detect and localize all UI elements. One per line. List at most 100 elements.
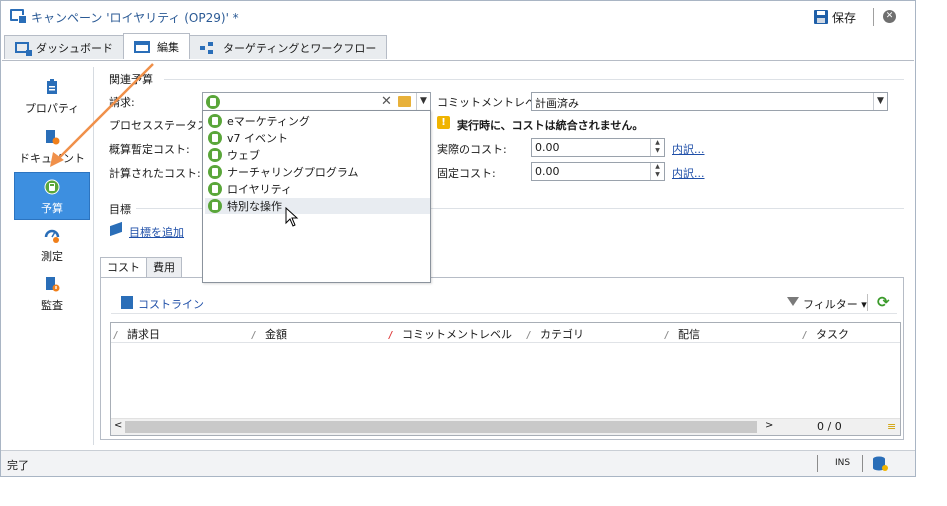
billing-dropdown-list: eマーケティング v7 イベント ウェブ ナーチャリングプログラム ロイヤリティ… xyxy=(202,110,431,283)
tab-targeting-label: ターゲティングとワークフロー xyxy=(223,41,377,55)
fixed-cost-input[interactable]: 0.00 ▲ ▼ xyxy=(531,162,665,181)
budget-icon xyxy=(206,95,220,109)
measure-icon xyxy=(44,229,60,243)
column-header[interactable]: 配信 xyxy=(664,326,700,342)
edit-icon xyxy=(134,40,150,53)
scroll-right-icon[interactable]: > xyxy=(765,420,773,431)
horizontal-scrollbar[interactable]: < > 0 / 0 ≡ xyxy=(111,418,900,435)
sidebar-item-label: プロパティ xyxy=(24,102,80,115)
actual-cost-details-link[interactable]: 内訳... xyxy=(672,141,705,157)
section-divider xyxy=(164,79,904,80)
tab-edit-label: 編集 xyxy=(157,40,179,54)
tab-dashboard[interactable]: ダッシュボード xyxy=(4,35,124,59)
column-header[interactable]: カテゴリ xyxy=(526,326,584,342)
database-icon[interactable] xyxy=(871,455,889,473)
refresh-icon[interactable]: ⟳ xyxy=(877,293,890,311)
cost-toolbar: コストライン フィルター ▾ ⟳ xyxy=(111,292,897,314)
columns-menu-icon[interactable]: ≡ xyxy=(887,420,896,433)
budget-icon xyxy=(208,199,222,213)
save-button[interactable]: 保存 xyxy=(814,8,856,26)
sidebar: プロパティ ドキュメント 予算 測定 監査 xyxy=(9,67,94,445)
billing-label: 請求: xyxy=(109,96,135,109)
fixed-cost-value: 0.00 xyxy=(535,165,560,178)
folder-icon[interactable] xyxy=(398,96,411,107)
actual-cost-label: 実際のコスト: xyxy=(437,143,507,156)
sidebar-item-audit[interactable]: 監査 xyxy=(14,270,90,318)
fixed-cost-spinner[interactable]: ▲ ▼ xyxy=(650,163,664,180)
warning-icon: ! xyxy=(437,116,450,129)
commit-level-select[interactable]: 計画済み ▼ xyxy=(531,92,888,111)
budget-icon xyxy=(208,182,222,196)
estimated-cost-label: 概算暫定コスト: xyxy=(109,143,190,156)
main-tabs: ダッシュボード 編集 ターゲティングとワークフロー xyxy=(4,33,388,60)
dashboard-icon xyxy=(15,42,32,56)
tab-dashboard-label: ダッシュボード xyxy=(36,41,113,55)
sidebar-item-label: 予算 xyxy=(41,202,63,215)
edit-line-icon xyxy=(121,296,133,309)
filter-button[interactable]: フィルター ▾ xyxy=(803,296,867,312)
toolbar-separator xyxy=(867,294,868,311)
floppy-disk-icon xyxy=(814,10,828,24)
chevron-down-icon[interactable]: ▼ xyxy=(873,93,887,110)
clear-icon[interactable]: ✕ xyxy=(381,94,392,109)
sidebar-item-documents[interactable]: ドキュメント xyxy=(14,123,90,171)
budget-icon xyxy=(208,131,222,145)
audit-icon xyxy=(46,277,60,292)
sidebar-item-label: 監査 xyxy=(41,299,63,312)
process-status-label: プロセスステータス: xyxy=(109,119,212,132)
scroll-left-icon[interactable]: < xyxy=(114,420,122,431)
budget-icon xyxy=(208,165,222,179)
document-icon xyxy=(46,130,60,145)
mouse-cursor-icon xyxy=(285,207,299,227)
campaign-window: キャンペーン 'ロイヤリティ (OP29)' * 保存 ✕ ダッシュボード 編集… xyxy=(0,0,916,477)
grid-header: 請求日 金額 コミットメントレベル カテゴリ 配信 タスク xyxy=(111,323,900,343)
list-item[interactable]: ウェブ xyxy=(205,147,430,163)
close-icon[interactable]: ✕ xyxy=(883,10,896,23)
calculated-cost-label: 計算されたコスト: xyxy=(109,167,201,180)
window-title: キャンペーン 'ロイヤリティ (OP29)' * xyxy=(31,11,239,25)
status-separator xyxy=(862,455,863,472)
scrollbar-thumb[interactable] xyxy=(125,421,757,433)
filter-icon xyxy=(787,297,799,306)
tab-edit[interactable]: 編集 xyxy=(123,33,190,59)
status-separator xyxy=(817,455,818,472)
tab-expenses[interactable]: 費用 xyxy=(146,257,182,277)
sidebar-item-measure[interactable]: 測定 xyxy=(14,221,90,269)
pager-text: 0 / 0 xyxy=(817,420,842,433)
budget-icon xyxy=(208,114,222,128)
add-goal-link[interactable]: 目標を追加 xyxy=(129,224,184,240)
fixed-cost-details-link[interactable]: 内訳... xyxy=(672,165,705,181)
column-header[interactable]: コミットメントレベル xyxy=(388,326,512,342)
goals-heading: 目標 xyxy=(109,203,131,216)
chevron-down-icon[interactable]: ▼ xyxy=(416,93,430,110)
actual-cost-value: 0.00 xyxy=(535,141,560,154)
column-header[interactable]: 請求日 xyxy=(113,326,160,342)
list-item[interactable]: v7 イベント xyxy=(205,130,430,146)
cost-panel: コストライン フィルター ▾ ⟳ 請求日 金額 コミットメントレベル カテゴリ … xyxy=(100,277,904,440)
billing-combo[interactable]: ✕ ▼ xyxy=(202,92,431,111)
actual-cost-spinner[interactable]: ▲ ▼ xyxy=(650,139,664,156)
status-bar: 完了 INS xyxy=(1,450,915,476)
properties-icon xyxy=(47,79,57,94)
status-text: 完了 xyxy=(7,459,29,472)
workflow-icon xyxy=(200,41,216,54)
fixed-cost-label: 固定コスト: xyxy=(437,167,496,180)
tab-targeting-workflow[interactable]: ターゲティングとワークフロー xyxy=(189,35,388,59)
column-header[interactable]: タスク xyxy=(802,326,849,342)
column-header[interactable]: 金額 xyxy=(251,326,287,342)
actual-cost-input[interactable]: 0.00 ▲ ▼ xyxy=(531,138,665,157)
sidebar-item-properties[interactable]: プロパティ xyxy=(14,73,90,121)
list-item[interactable]: ロイヤリティ xyxy=(205,181,430,197)
commit-level-value: 計画済み xyxy=(535,97,579,110)
insert-mode-indicator: INS xyxy=(835,458,851,468)
list-item[interactable]: eマーケティング xyxy=(205,113,430,129)
toolbar-separator xyxy=(873,8,874,26)
list-item[interactable]: 特別な操作 xyxy=(205,198,430,214)
cost-lines-button[interactable]: コストライン xyxy=(138,296,204,312)
sidebar-item-budget[interactable]: 予算 xyxy=(14,172,90,220)
budget-icon xyxy=(44,179,60,195)
tab-costs[interactable]: コスト xyxy=(100,257,147,278)
warning-text: 実行時に、コストは統合されません。 xyxy=(457,119,644,132)
list-item[interactable]: ナーチャリングプログラム xyxy=(205,164,430,180)
cost-tabs: コスト 費用 xyxy=(100,257,182,278)
